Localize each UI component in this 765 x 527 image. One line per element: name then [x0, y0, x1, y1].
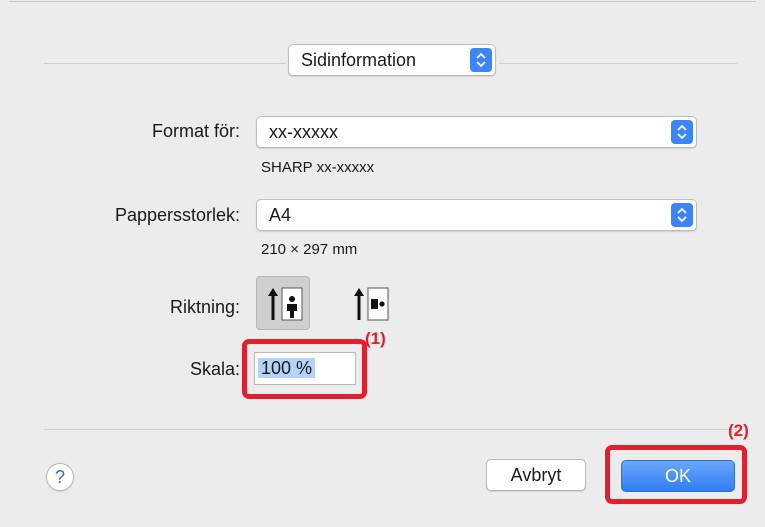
paper-size-value: A4 — [269, 205, 292, 225]
annotation-box-1 — [242, 339, 367, 399]
printer-name: SHARP xx-xxxxx — [261, 159, 375, 176]
help-button[interactable]: ? — [46, 463, 74, 491]
format-for-value: xx-xxxxx — [269, 122, 338, 142]
top-separator-left — [44, 63, 286, 64]
section-popup[interactable]: Sidinformation — [288, 44, 496, 76]
up-down-chevron-icon — [671, 120, 693, 144]
portrait-orientation-icon — [268, 287, 303, 321]
up-down-chevron-icon — [671, 203, 693, 227]
cancel-button[interactable]: Avbryt — [486, 459, 586, 491]
paper-size-label: Pappersstorlek: — [114, 205, 240, 225]
up-down-chevron-icon — [470, 48, 492, 72]
annotation-label-2: (2) — [728, 421, 749, 440]
paper-dimensions: 210 × 297 mm — [261, 241, 358, 258]
landscape-orientation-button[interactable] — [342, 276, 396, 330]
format-for-popup[interactable]: xx-xxxxx — [256, 116, 697, 148]
orientation-label: Riktning: — [169, 297, 240, 317]
section-popup-label: Sidinformation — [301, 50, 417, 70]
format-for-label: Format för: — [151, 121, 240, 141]
annotation-label-1: (1) — [365, 329, 386, 348]
annotation-box-2 — [605, 445, 747, 504]
scale-label: Skala: — [189, 359, 240, 379]
landscape-orientation-icon — [354, 287, 389, 321]
portrait-orientation-button[interactable] — [256, 276, 310, 330]
bottom-separator — [44, 429, 737, 430]
page-setup-dialog: Sidinformation Format för: xx-xxxxx SHAR… — [9, 1, 756, 522]
top-separator-right — [499, 63, 737, 64]
paper-size-popup[interactable]: A4 — [256, 199, 697, 231]
